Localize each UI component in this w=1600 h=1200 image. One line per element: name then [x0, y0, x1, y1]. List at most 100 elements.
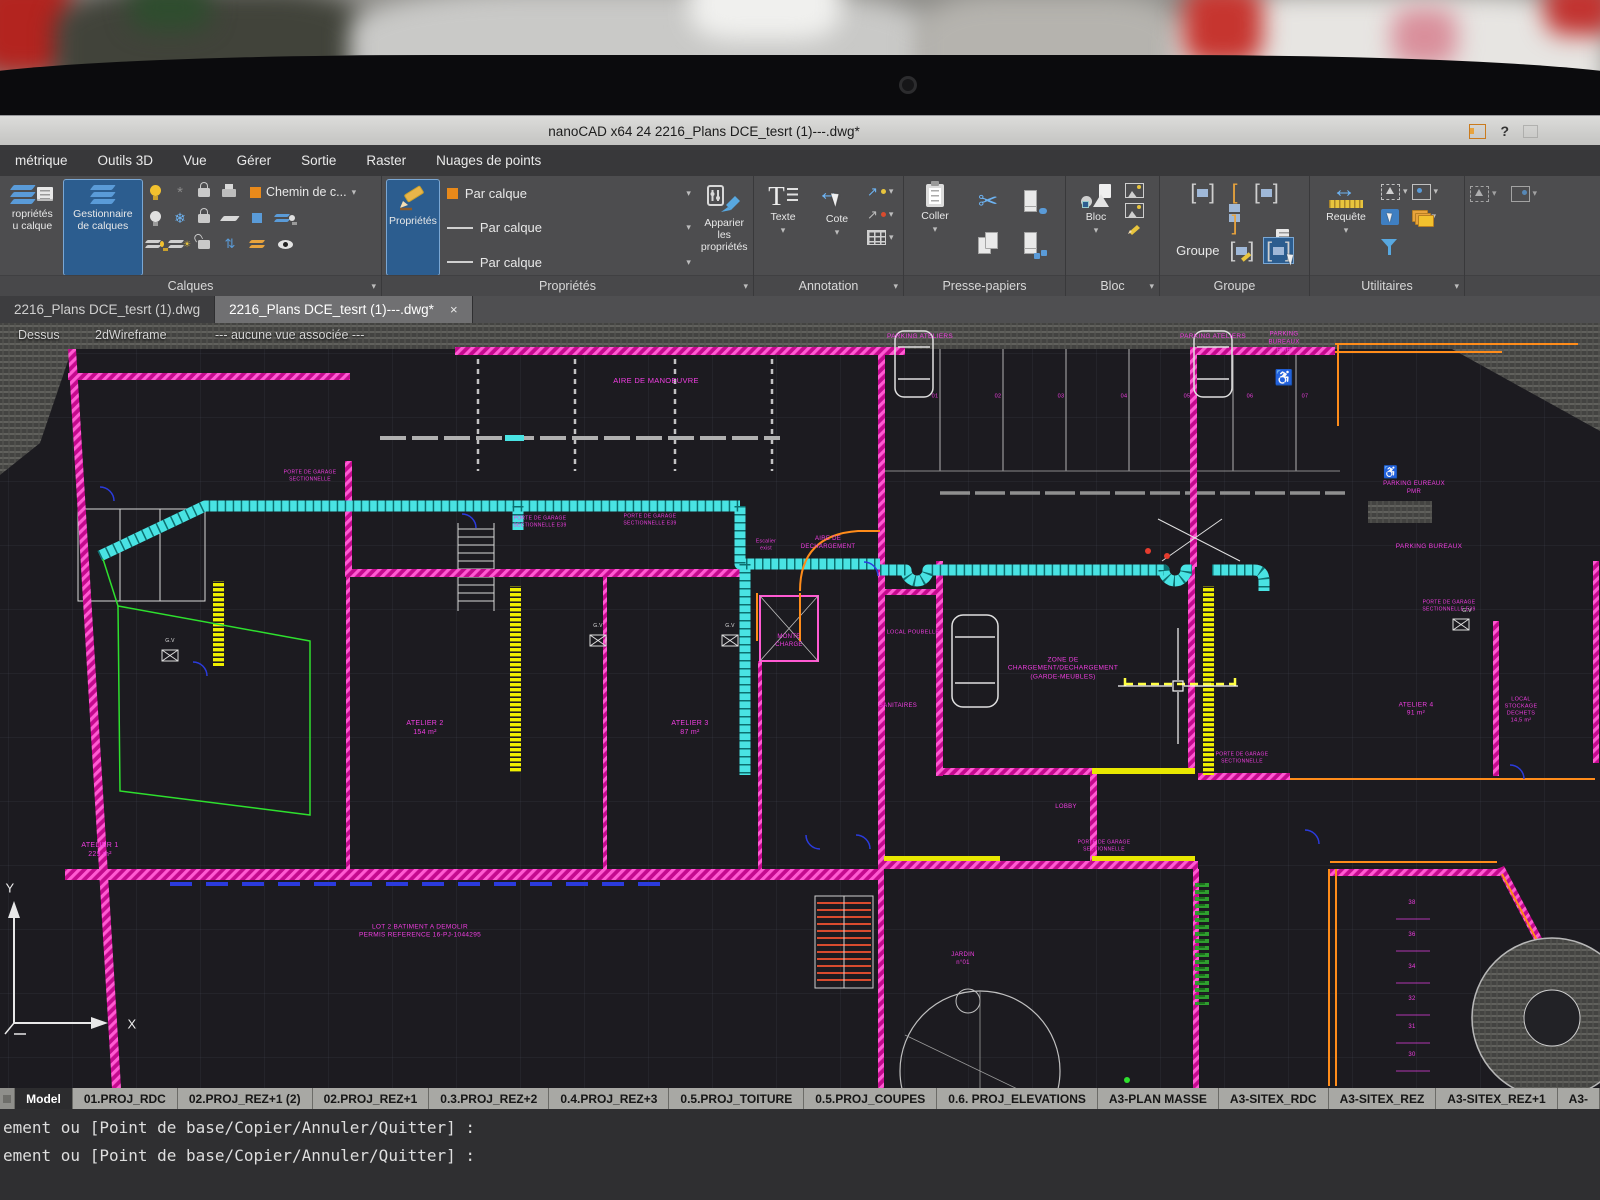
select-all-button[interactable]	[1381, 207, 1399, 226]
layer-walk-icon[interactable]	[274, 213, 296, 223]
multileader-button[interactable]: ↗▾	[867, 205, 894, 224]
panel-label-proprietes[interactable]: Propriétés▾	[382, 275, 753, 296]
layer-flat-icon[interactable]	[220, 215, 240, 222]
cut-icon[interactable]: ✂	[978, 187, 998, 216]
menu-raster[interactable]: Raster	[351, 153, 421, 168]
image-edit-icon[interactable]	[1125, 203, 1144, 218]
block-edit-icon[interactable]	[1125, 223, 1144, 235]
table-button[interactable]: ▾	[867, 228, 894, 247]
panel-label-groupe[interactable]: Groupe	[1160, 275, 1309, 296]
paste-button[interactable]: Coller ▾	[909, 180, 961, 275]
layout-tab[interactable]: 0.6. PROJ_ELEVATIONS	[937, 1088, 1098, 1109]
layer-off-icon[interactable]	[146, 210, 164, 227]
layout-tab-bar: Model 01.PROJ_RDC 02.PROJ_REZ+1 (2) 02.P…	[0, 1088, 1600, 1109]
layout-tab-model[interactable]: Model	[15, 1088, 73, 1109]
menu-vue[interactable]: Vue	[168, 153, 222, 168]
help-icon[interactable]: ?	[1500, 123, 1509, 139]
query-button[interactable]: ↔ Requête ▾	[1315, 180, 1377, 275]
layer-merge-icon[interactable]	[248, 239, 266, 249]
layout-tab[interactable]: A3-PLAN MASSE	[1098, 1088, 1219, 1109]
unlock-icon[interactable]	[196, 238, 212, 251]
viewport-named-view[interactable]: --- aucune vue associée ---	[215, 328, 364, 342]
freeze-icon[interactable]: ❄	[172, 210, 188, 227]
block-button[interactable]: Bloc ▾	[1071, 180, 1121, 275]
doc-tab-2[interactable]: 2216_Plans DCE_tesrt (1)---.dwg*×	[215, 296, 472, 323]
cursor-select-button[interactable]: ▾	[1511, 184, 1538, 203]
layout-tab[interactable]: A3-SITEX_RDC	[1219, 1088, 1329, 1109]
group-edit-icon[interactable]: []	[1228, 238, 1257, 263]
layer-isolate-icon[interactable]	[146, 239, 164, 249]
doc-tab-1[interactable]: 2216_Plans DCE_tesrt (1).dwg	[0, 296, 215, 323]
layout-tab[interactable]: A3-SITEX_REZ+1	[1436, 1088, 1557, 1109]
layer-select-dropdown[interactable]: Chemin de c... ▾	[246, 182, 376, 202]
group-button[interactable]: Groupe	[1176, 243, 1219, 258]
layer-match-icon[interactable]: ⇅	[220, 236, 240, 252]
dimension-button[interactable]: ↔ Cote ▾	[811, 180, 863, 275]
group-manager-icon[interactable]: []	[1252, 180, 1281, 236]
window-switch-icon[interactable]	[1469, 124, 1486, 139]
layout-tab[interactable]: A3-SITEX_REZ	[1329, 1088, 1437, 1109]
viewport-view-control[interactable]: Dessus	[18, 328, 60, 342]
properties-button[interactable]: Propriétés	[387, 180, 439, 275]
layout-tab-scroll[interactable]	[0, 1088, 15, 1109]
layout-tab[interactable]: 02.PROJ_REZ+1	[313, 1088, 430, 1109]
copy-icon[interactable]	[978, 232, 999, 255]
layer-current-icon[interactable]	[248, 213, 266, 223]
menu-nuages-de-points[interactable]: Nuages de points	[421, 153, 556, 168]
chevron-down-icon: ▾	[743, 281, 748, 292]
color-dropdown[interactable]: Par calque ▾	[443, 182, 695, 204]
linetype-dropdown[interactable]: Par calque ▾	[443, 217, 695, 239]
match-properties-button[interactable]: Apparier les propriétés	[699, 180, 750, 275]
crosshair	[1118, 628, 1238, 744]
viewport-style-control[interactable]: 2dWireframe	[95, 328, 167, 342]
menu-parametrique[interactable]: métrique	[0, 153, 83, 168]
filter-button[interactable]	[1381, 232, 1397, 251]
chevron-down-icon: ▾	[1344, 226, 1349, 235]
copy-with-link-icon[interactable]	[1024, 190, 1045, 213]
menu-gerer[interactable]: Gérer	[222, 153, 287, 168]
layout-tab[interactable]: 0.4.PROJ_REZ+3	[549, 1088, 669, 1109]
quick-select-button[interactable]: ▾	[1381, 182, 1408, 201]
lock-icon[interactable]	[196, 212, 212, 225]
layer-freeze-icon[interactable]: *	[172, 184, 188, 201]
layout-tab[interactable]: A3-	[1558, 1088, 1600, 1109]
dwg-label: 05	[1184, 393, 1191, 400]
layer-unisolate-icon[interactable]: ☀	[172, 239, 188, 250]
drawing-canvas[interactable]: Dessus 2dWireframe --- aucune vue associ…	[0, 323, 1600, 1088]
layer-lock-icon[interactable]	[196, 186, 212, 199]
panel-label-presse-papiers[interactable]: Presse-papiers	[904, 275, 1065, 296]
draw-order-button[interactable]: ▾	[1412, 207, 1437, 226]
leader-button[interactable]: ↗▾	[867, 182, 894, 201]
panel-label-annotation[interactable]: Annotation▾	[754, 275, 903, 296]
layer-visibility-icon[interactable]	[274, 240, 296, 249]
panel-label-bloc[interactable]: Bloc▾	[1066, 275, 1159, 296]
panel-label-calques[interactable]: Calques▾	[0, 275, 381, 296]
layout-tab[interactable]: 0.3.PROJ_REZ+2	[429, 1088, 549, 1109]
panel-label-utilitaires[interactable]: Utilitaires▾	[1310, 275, 1464, 296]
image-attach-icon[interactable]	[1125, 183, 1144, 198]
select-similar-button[interactable]: ▾	[1412, 182, 1439, 201]
dwg-label: 06	[1247, 393, 1254, 400]
group-ungroup-icon[interactable]: []	[1227, 180, 1242, 236]
command-line[interactable]: ement ou [Point de base/Copier/Annuler/Q…	[0, 1109, 1600, 1200]
layer-manager-button[interactable]: Gestionnaire de calques	[64, 180, 142, 275]
minimize-icon[interactable]	[1523, 125, 1538, 138]
close-icon[interactable]: ×	[450, 302, 458, 317]
layer-properties-button[interactable]: ropriétés u calque	[5, 180, 60, 275]
menu-sortie[interactable]: Sortie	[286, 153, 351, 168]
menu-outils-3d[interactable]: Outils 3D	[83, 153, 169, 168]
layout-tab[interactable]: 02.PROJ_REZ+1 (2)	[178, 1088, 313, 1109]
layer-on-icon[interactable]	[146, 184, 164, 201]
group-select-icon[interactable]: []	[1264, 238, 1293, 263]
layer-plot-icon[interactable]	[220, 186, 238, 199]
layout-tab[interactable]: 0.5.PROJ_COUPES	[804, 1088, 937, 1109]
lineweight-dropdown[interactable]: Par calque ▾	[443, 251, 695, 273]
move-up-button[interactable]: ▾	[1470, 184, 1497, 203]
group-create-icon[interactable]: []	[1188, 180, 1217, 236]
dwg-label: 07	[1302, 393, 1309, 400]
dwg-label: Escalier exist	[756, 539, 776, 552]
copy-with-basepoint-icon[interactable]	[1024, 232, 1045, 255]
layout-tab[interactable]: 01.PROJ_RDC	[73, 1088, 178, 1109]
text-button[interactable]: T Texte ▾	[759, 180, 807, 275]
layout-tab[interactable]: 0.5.PROJ_TOITURE	[669, 1088, 804, 1109]
